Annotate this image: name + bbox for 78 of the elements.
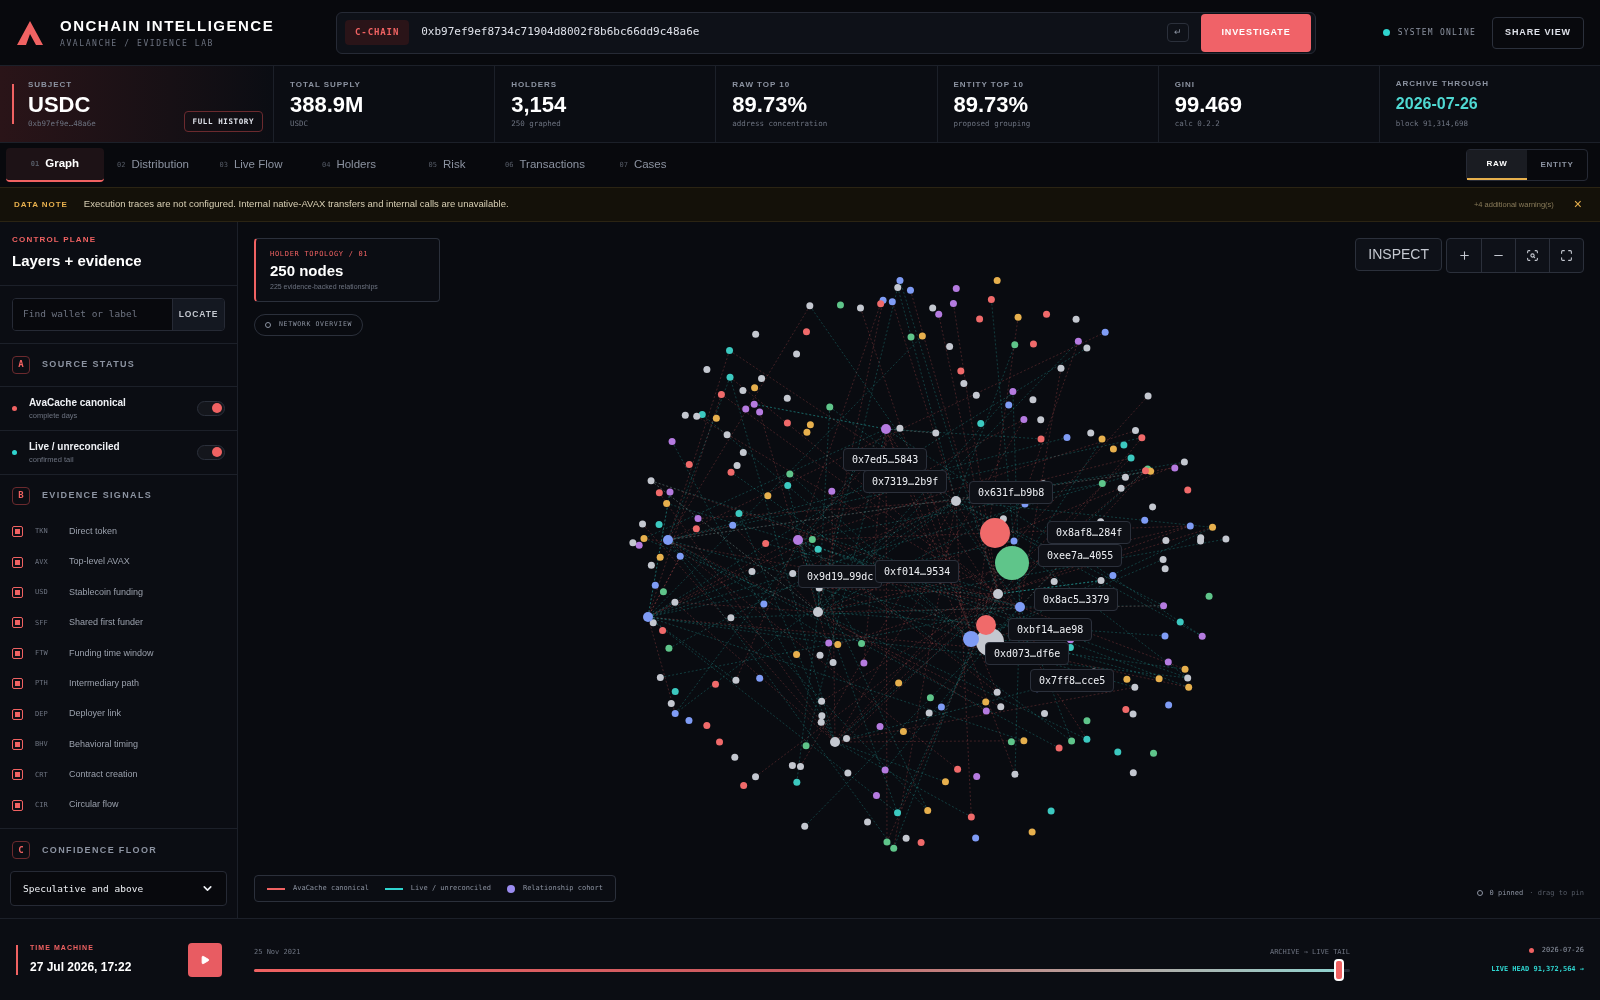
card-title: 250 nodes [270,260,345,281]
play-icon [200,954,210,965]
logo-icon [16,19,44,46]
signal-label: Direct token [69,524,118,538]
section-letter: C [12,841,30,860]
signal-label: Circular flow [69,798,119,812]
node-label[interactable]: 0x8ac5…3379 [1034,588,1119,611]
stat-label: TOTAL SUPPLY [290,78,361,91]
stat-label: RAW TOP 10 [732,78,791,91]
inspect-button[interactable]: INSPECT [1355,238,1442,271]
data-note-text: Execution traces are not configured. Internal native-AVAX transfers and internal calls are unavailable. [83,197,510,212]
play-button[interactable] [188,942,222,977]
node-label[interactable]: 0xf014…9534 [875,560,960,583]
signal-checkbox[interactable] [12,769,23,781]
panel-title: Layers + evidence [12,251,143,271]
signal-checkbox[interactable] [12,617,23,629]
app-subtitle: AVALANCHE / EVIDENCE LAB [60,37,215,50]
time-machine-datetime: 27 Jul 2026, 17:22 [30,958,133,976]
signal-label: Top-level AVAX [69,555,130,569]
source-toggle[interactable] [197,444,225,460]
signal-checkbox[interactable] [12,647,23,659]
node-label[interactable]: 0xd073…df6e [985,642,1070,665]
node-label[interactable]: 0x7319…2b9f [863,470,948,493]
node-label[interactable]: 0x631f…b9b8 [969,481,1054,504]
chain-badge: C-CHAIN [345,19,410,46]
signal-label: Deployer link [69,707,122,721]
view-toggle[interactable]: RAW [1467,150,1527,180]
system-status: SYSTEM ONLINE [1397,26,1476,39]
view-toggle[interactable]: ENTITY [1527,150,1587,180]
stat-value: 2026-07-26 [1395,94,1478,115]
node-label[interactable]: 0x9d19…99dc [798,565,883,588]
data-note-tag: DATA NOTE [14,198,68,211]
stat-value: 99.469 [1174,90,1242,119]
node-label[interactable]: 0x7ff8…cce5 [1030,669,1115,692]
stat-value: USDC [28,90,91,119]
signal-checkbox[interactable] [12,556,23,568]
source-name: AvaCache canonical [29,395,127,410]
section-letter: A [12,355,30,374]
node-label[interactable]: 0xbf14…ae98 [1008,618,1093,641]
signal-label: Contract creation [69,768,138,782]
section-letter: B [12,486,30,505]
signal-checkbox[interactable] [12,526,23,538]
stat-value: 89.73% [732,90,807,119]
address-search-field[interactable]: C-CHAIN 0xb97ef9ef8734c71904d8002f8b6bc66dd9c48a6e ↵ INVESTIGATE [336,11,1316,54]
signal-checkbox[interactable] [12,586,23,598]
signal-label: Intermediary path [69,676,140,690]
confidence-select[interactable]: Speculative and above [10,871,227,907]
stat-value: 3,154 [511,90,567,119]
app-title: ONCHAIN INTELLIGENCE [60,16,276,37]
signal-label: Funding time window [69,646,154,660]
stat-label: ARCHIVE THROUGH [1395,78,1489,91]
node-label[interactable]: 0x7ed5…5843 [843,448,928,471]
address-value: 0xb97ef9ef8734c71904d8002f8b6bc66dd9c48a6e [421,24,701,41]
source-name: Live / unreconciled [29,439,121,454]
signal-checkbox[interactable] [12,799,23,811]
share-view-button[interactable]: SHARE VIEW [1492,16,1584,49]
signal-checkbox[interactable] [12,678,23,690]
stat-label: ENTITY TOP 10 [953,78,1024,91]
stat-label: SUBJECT [28,78,73,91]
section-title: EVIDENCE SIGNALS [42,488,153,502]
signal-checkbox[interactable] [12,708,23,720]
node-label[interactable]: 0xee7a…4055 [1038,544,1123,567]
source-toggle[interactable] [197,400,225,416]
timeline-handle[interactable] [1334,959,1345,982]
stat-label: HOLDERS [511,78,557,91]
close-button[interactable]: × [1569,194,1586,215]
signal-label: Stablecoin funding [69,585,144,599]
signal-label: Behavioral timing [69,737,139,751]
enter-key: ↵ [1167,22,1189,43]
stat-label: GINI [1174,78,1195,91]
panel-eyebrow: CONTROL PLANE [12,234,98,246]
section-title: SOURCE STATUS [42,357,136,371]
signal-checkbox[interactable] [12,738,23,750]
section-title: CONFIDENCE FLOOR [42,843,158,857]
signal-label: Shared first funder [69,616,144,630]
node-label[interactable]: 0x8af8…284f [1047,521,1132,544]
stat-value: 388.9M [290,90,364,119]
stat-value: 89.73% [953,90,1029,119]
